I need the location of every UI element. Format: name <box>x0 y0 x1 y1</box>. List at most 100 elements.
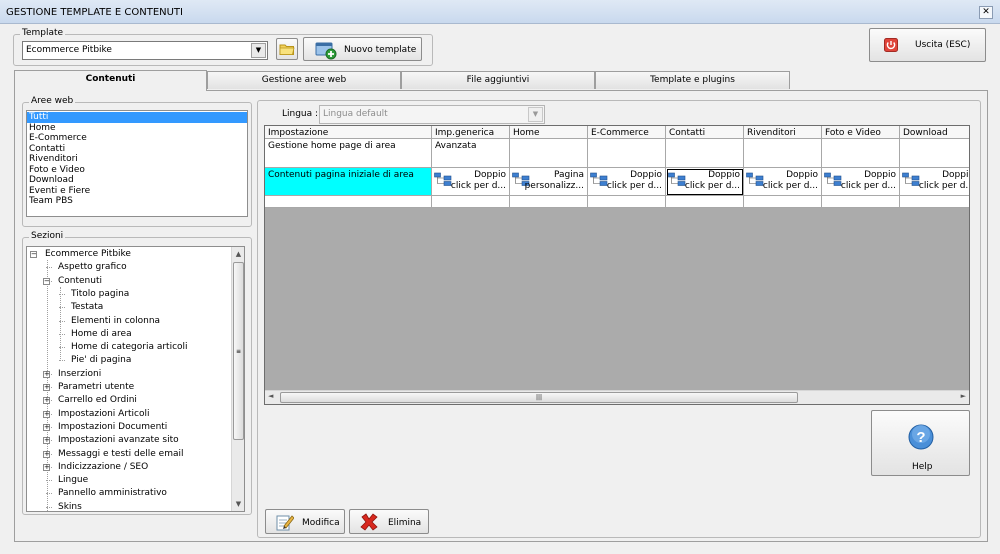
new-template-button[interactable]: Nuovo template <box>303 37 422 61</box>
scroll-thumb[interactable]: ≡ <box>233 262 244 440</box>
chevron-down-icon[interactable]: ▼ <box>528 107 543 122</box>
column-header[interactable]: Home <box>510 126 588 139</box>
grid-cell[interactable]: Doppioclick per d... <box>744 168 822 196</box>
tree-item[interactable]: Aspetto grafico <box>58 261 127 274</box>
tree-item[interactable]: Parametri utente <box>58 381 134 394</box>
grid-cell[interactable]: Doppioclick per d... <box>900 168 970 196</box>
grid-cell[interactable] <box>744 196 822 208</box>
tree-item[interactable]: Home di area <box>71 328 132 341</box>
grid-cell[interactable]: Pagina personalizz... <box>510 168 588 196</box>
grid-cell[interactable]: Doppioclick per d... <box>588 168 666 196</box>
chevron-down-icon[interactable]: ▼ <box>251 43 266 58</box>
grid-cell[interactable]: Doppioclick per d... <box>666 168 744 196</box>
grid-cell[interactable] <box>900 196 969 208</box>
tree-item[interactable]: Inserzioni <box>58 368 101 381</box>
tree-item[interactable]: Home di categoria articoli <box>71 341 188 354</box>
tree-item[interactable]: Messaggi e testi delle email <box>58 448 184 461</box>
table-row[interactable]: Gestione home page di area <box>265 139 432 168</box>
expand-icon[interactable]: + <box>43 397 50 405</box>
tab-gestione-aree-web-label: Gestione aree web <box>261 75 347 85</box>
column-header[interactable]: Impostazione <box>265 126 432 139</box>
grid-cell[interactable]: Doppioclick per d... <box>432 168 510 196</box>
expand-icon[interactable]: + <box>43 410 50 418</box>
grid-cell[interactable] <box>265 196 432 208</box>
new-template-icon <box>315 42 337 60</box>
table-row[interactable]: Contenuti pagina iniziale di area <box>265 168 432 196</box>
aree-web-list[interactable]: Tutti Home E-Commerce Contatti Rivendito… <box>26 110 248 217</box>
tree-item[interactable]: Lingue <box>58 474 88 487</box>
scroll-thumb[interactable]: ||| <box>280 392 798 403</box>
list-item[interactable]: Rivenditori <box>27 154 247 165</box>
column-header[interactable]: Contatti <box>666 126 744 139</box>
column-header[interactable]: Foto e Video <box>822 126 900 139</box>
tree-item[interactable]: Carrello ed Ordini <box>58 394 137 407</box>
tab-contenuti[interactable]: Contenuti <box>14 70 207 91</box>
tree-item[interactable]: Titolo pagina <box>71 288 129 301</box>
column-header[interactable]: E-Commerce <box>588 126 666 139</box>
column-header[interactable]: Download <box>900 126 969 139</box>
tree-item[interactable]: Impostazioni avanzate sito <box>58 434 179 447</box>
expand-icon[interactable]: + <box>43 437 50 445</box>
exit-button[interactable]: Uscita (ESC) <box>869 28 986 62</box>
list-item[interactable]: Contatti <box>27 144 247 155</box>
grid-cell[interactable] <box>510 139 588 168</box>
elimina-button[interactable]: Elimina <box>349 509 429 534</box>
scroll-up-icon[interactable]: ▲ <box>233 248 244 260</box>
tree-item[interactable]: Ecommerce Pitbike <box>45 248 131 261</box>
grid-cell[interactable]: Doppioclick per d... <box>822 168 900 196</box>
grid-cell[interactable] <box>900 139 969 168</box>
tree-item[interactable]: Impostazioni Articoli <box>58 408 150 421</box>
list-item[interactable]: Tutti <box>27 112 247 123</box>
grid-cell[interactable] <box>588 139 666 168</box>
tree-item[interactable]: Pannello amministrativo <box>58 487 167 500</box>
tree-item[interactable]: Elementi in colonna <box>71 315 160 328</box>
grid-cell[interactable] <box>666 196 744 208</box>
grid-cell[interactable] <box>666 139 744 168</box>
collapse-icon[interactable]: − <box>30 251 37 258</box>
modifica-button[interactable]: Modifica <box>265 509 345 534</box>
sezioni-scrollbar[interactable]: ▲ ≡ ▼ <box>231 247 244 511</box>
template-select[interactable]: Ecommerce Pitbike ▼ <box>22 41 268 60</box>
help-button[interactable]: ? Help <box>871 410 970 476</box>
tree-item[interactable]: Impostazioni Documenti <box>58 421 167 434</box>
expand-icon[interactable]: + <box>43 423 50 431</box>
tab-gestione-aree-web[interactable]: Gestione aree web <box>207 71 401 89</box>
column-header[interactable]: Rivenditori <box>744 126 822 139</box>
list-item[interactable]: Home <box>27 123 247 134</box>
lingua-select[interactable]: Lingua default ▼ <box>319 105 545 124</box>
grid-cell[interactable]: Avanzata <box>432 139 510 168</box>
tab-file-aggiuntivi[interactable]: File aggiuntivi <box>401 71 595 89</box>
open-folder-button[interactable] <box>276 38 298 60</box>
expand-icon[interactable]: + <box>43 450 50 458</box>
list-item[interactable]: E-Commerce <box>27 133 247 144</box>
scroll-right-icon[interactable]: ► <box>961 392 966 400</box>
tree-item[interactable]: Contenuti <box>58 275 102 288</box>
cell-text: Doppioclick per d... <box>918 170 970 191</box>
list-item[interactable]: Download <box>27 175 247 186</box>
column-header[interactable]: Imp.generica <box>432 126 510 139</box>
scroll-down-icon[interactable]: ▼ <box>233 498 244 510</box>
list-item[interactable]: Eventi e Fiere <box>27 186 247 197</box>
expand-icon[interactable]: + <box>43 463 50 471</box>
grid-cell[interactable] <box>744 139 822 168</box>
grid-cell[interactable] <box>432 196 510 208</box>
tree-item[interactable]: Indicizzazione / SEO <box>58 461 148 474</box>
grid-cell[interactable] <box>510 196 588 208</box>
list-item[interactable]: Team PBS <box>27 196 247 207</box>
grid-cell[interactable] <box>822 196 900 208</box>
settings-grid[interactable]: Impostazione Imp.generica Home E-Commerce Co… <box>264 125 970 405</box>
tree-item[interactable]: Testata <box>71 301 103 314</box>
list-item[interactable]: Foto e Video <box>27 165 247 176</box>
grid-horizontal-scrollbar[interactable]: ◄ ||| ► <box>265 390 969 404</box>
tab-template-e-plugins[interactable]: Template e plugins <box>595 71 790 89</box>
expand-icon[interactable]: + <box>43 370 50 378</box>
sezioni-tree[interactable]: − Ecommerce Pitbike Aspetto grafico − Conten… <box>26 246 245 512</box>
grid-cell[interactable] <box>822 139 900 168</box>
close-button[interactable]: ✕ <box>979 6 993 19</box>
tree-item[interactable]: Skins <box>58 501 82 511</box>
grid-cell[interactable] <box>588 196 666 208</box>
tree-item[interactable]: Pie' di pagina <box>71 354 131 367</box>
expand-icon[interactable]: + <box>43 384 50 391</box>
collapse-icon[interactable]: − <box>43 277 50 285</box>
scroll-left-icon[interactable]: ◄ <box>268 392 273 400</box>
